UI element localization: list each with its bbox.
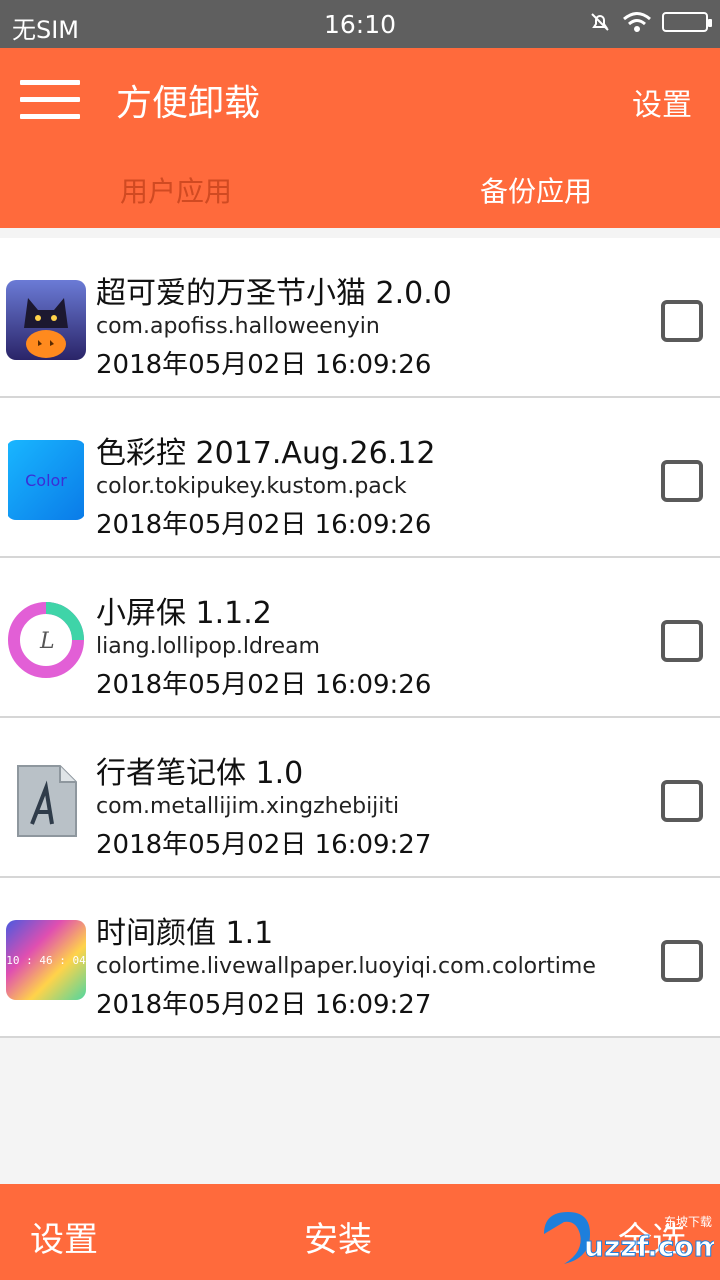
app-package: colortime.livewallpaper.luoyiqi.com.colo…	[96, 954, 596, 979]
app-package: com.metallijim.xingzhebijiti	[96, 794, 400, 819]
status-bar: 无SIM 16:10	[0, 0, 720, 48]
svg-text:uzzf.com: uzzf.com	[584, 1230, 714, 1263]
app-name: 色彩控 2017.Aug.26.12	[96, 436, 436, 471]
select-checkbox[interactable]	[661, 780, 703, 822]
app-date: 2018年05月02日 16:09:27	[96, 830, 432, 860]
battery-icon	[662, 12, 712, 32]
settings-button[interactable]: 设置	[632, 80, 692, 124]
list-item[interactable]: Color 色彩控 2017.Aug.26.12 color.tokipukey…	[0, 398, 720, 558]
bottom-settings-button[interactable]: 设置	[30, 1212, 98, 1261]
select-checkbox[interactable]	[661, 460, 703, 502]
select-checkbox[interactable]	[661, 940, 703, 982]
app-package: liang.lollipop.ldream	[96, 634, 320, 659]
app-date: 2018年05月02日 16:09:26	[96, 670, 432, 700]
app-name: 行者笔记体 1.0	[96, 756, 304, 791]
tab-backup-apps[interactable]: 备份应用	[480, 170, 592, 210]
svg-text:东坡下载: 东坡下载	[664, 1215, 712, 1229]
app-package: com.apofiss.halloweenyin	[96, 314, 380, 339]
list-item[interactable]: L 小屏保 1.1.2 liang.lollipop.ldream 2018年0…	[0, 558, 720, 718]
app-name: 超可爱的万圣节小猫 2.0.0	[96, 276, 452, 311]
colortime-icon: 10 : 46 : 04	[6, 920, 86, 1000]
color-app-icon: Color	[6, 440, 86, 520]
colortime-label: 10 : 46 : 04	[6, 954, 86, 967]
menu-icon[interactable]	[20, 80, 80, 120]
app-date: 2018年05月02日 16:09:26	[96, 350, 432, 380]
list-item[interactable]: 行者笔记体 1.0 com.metallijim.xingzhebijiti 2…	[0, 718, 720, 878]
font-file-icon	[6, 760, 86, 840]
app-bar: 方便卸载 设置 用户应用 备份应用	[0, 48, 720, 228]
install-button[interactable]: 安装	[304, 1212, 372, 1261]
app-date: 2018年05月02日 16:09:27	[96, 990, 432, 1020]
status-icons	[588, 10, 712, 34]
app-name: 时间颜值 1.1	[96, 916, 274, 951]
uzzf-watermark-logo: uzzf.com 东坡下载	[544, 1212, 714, 1264]
select-checkbox[interactable]	[661, 300, 703, 342]
app-title: 方便卸载	[116, 83, 261, 124]
app-package: color.tokipukey.kustom.pack	[96, 474, 407, 499]
list-item[interactable]: 超可爱的万圣节小猫 2.0.0 com.apofiss.halloweenyin…	[0, 238, 720, 398]
select-checkbox[interactable]	[661, 620, 703, 662]
app-name: 小屏保 1.1.2	[96, 596, 272, 631]
wifi-icon	[623, 12, 651, 32]
halloween-cat-icon	[6, 280, 86, 360]
app-list: 超可爱的万圣节小猫 2.0.0 com.apofiss.halloweenyin…	[0, 238, 720, 1038]
dream-ring-icon: L	[6, 600, 86, 680]
mute-bell-icon	[591, 13, 609, 31]
dream-app-label: L	[39, 629, 55, 654]
app-date: 2018年05月02日 16:09:26	[96, 510, 432, 540]
tab-user-apps[interactable]: 用户应用	[120, 170, 232, 210]
color-app-label: Color	[25, 471, 67, 490]
list-item[interactable]: 10 : 46 : 04 时间颜值 1.1 colortime.livewall…	[0, 878, 720, 1038]
